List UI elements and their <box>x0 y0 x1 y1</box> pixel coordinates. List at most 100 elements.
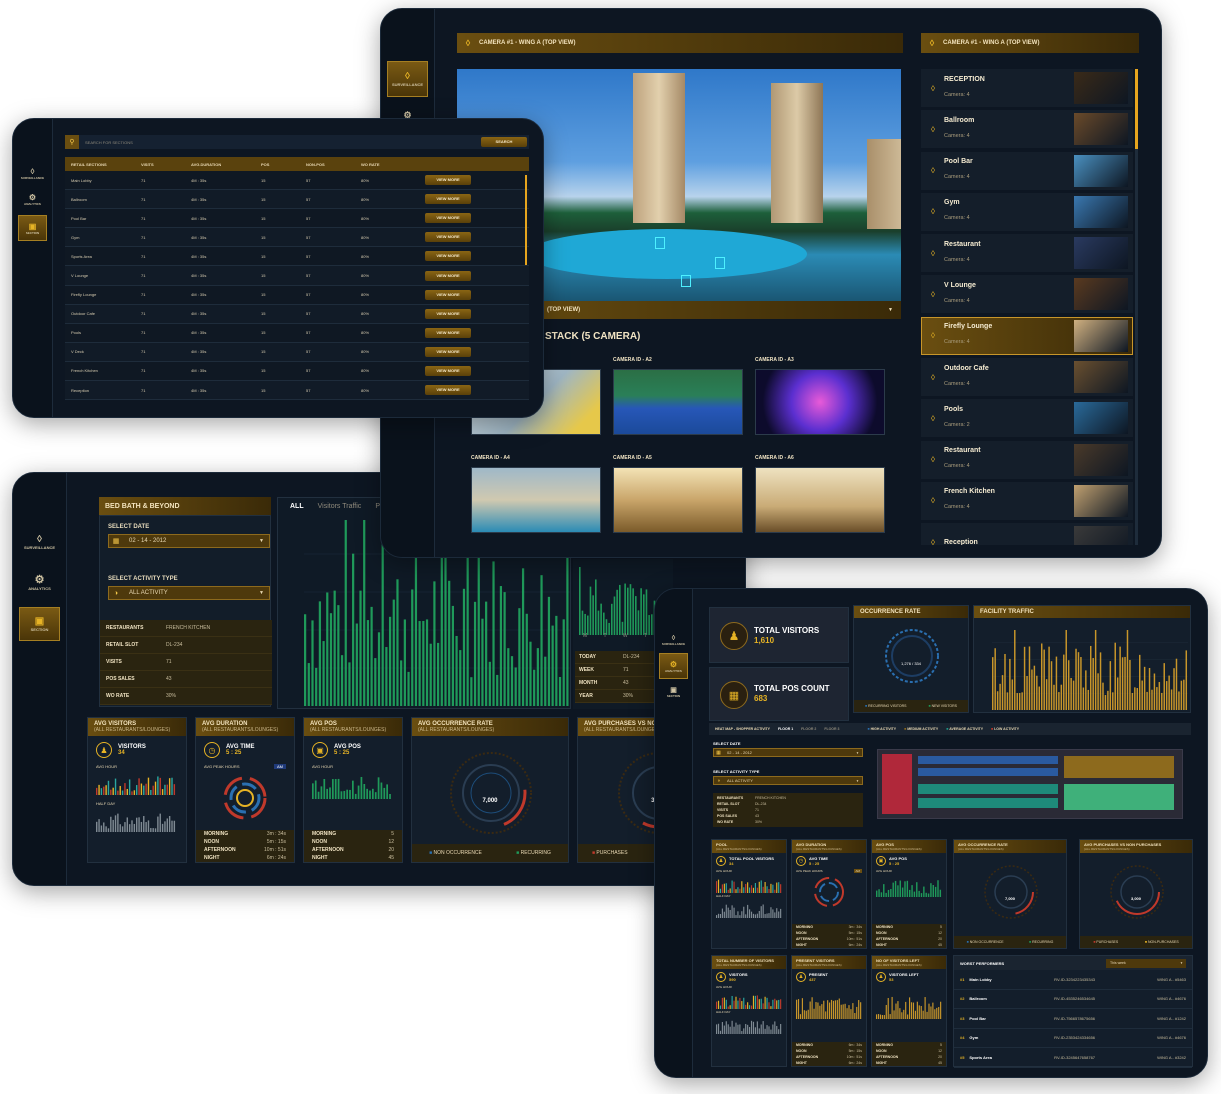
date-select[interactable]: ▦ 02 - 14 - 2012 ▼ <box>713 748 863 757</box>
rail-surveillance[interactable]: ◊ SURVEILLANCE <box>655 629 692 651</box>
present-chart <box>796 997 862 1019</box>
location-item[interactable]: ◊ RECEPTION Camera: 4 <box>921 69 1133 107</box>
bar <box>895 1003 897 1019</box>
bar <box>916 882 918 897</box>
view-more-button[interactable]: VIEW MORE <box>425 270 471 281</box>
rail-analytics[interactable]: ⚙ ANALYTICS <box>13 565 66 599</box>
occurrence-gauge <box>450 752 532 834</box>
column-header: RETAIL SECTIONS <box>71 161 107 167</box>
list-item[interactable]: #4 Gym RV-ID-2353424334656 WING A - #4676 <box>954 1029 1192 1048</box>
activity-select[interactable]: ◑ ALL ACTIVITY ▼ <box>108 586 270 600</box>
nav-rail: ◊ SURVEILLANCE ⚙ ANALYTICS ▣ SECTION <box>655 589 693 1077</box>
rail-analytics[interactable]: ⚙ ANALYTICS <box>13 187 52 211</box>
view-more-button[interactable]: VIEW MORE <box>425 194 471 205</box>
list-item[interactable]: #1 Main Lobby RV-ID-3234223435343 WING A - … <box>954 970 1192 990</box>
tab-floor-2[interactable]: FLOOR 2 <box>801 727 816 731</box>
view-more-button[interactable]: VIEW MORE <box>425 385 471 396</box>
record-id: RV-ID-3234223435343 <box>1054 976 1096 982</box>
date-select[interactable]: ▦ 02 - 14 - 2012 ▼ <box>108 534 270 548</box>
bar <box>357 785 360 799</box>
am-toggle[interactable]: AM <box>853 869 862 873</box>
bar <box>595 579 597 635</box>
pos-hour-chart <box>312 776 391 799</box>
tab-floor-1[interactable]: FLOOR 1 <box>778 727 793 731</box>
rank: #1 <box>960 976 965 982</box>
camera-thumbnail[interactable]: CAMERA ID - A2 <box>613 357 743 447</box>
worst-performers-card: WORST PERFORMERS This week ▼ #1 Main Lobb… <box>953 955 1193 1068</box>
bar <box>1014 630 1016 710</box>
rail-surveillance[interactable]: ◊ SURVEILLANCE <box>13 525 66 559</box>
list-scrollbar[interactable] <box>1135 69 1138 545</box>
rail-surveillance[interactable]: ◊ SURVEILLANCE <box>387 61 428 97</box>
view-more-button[interactable]: VIEW MORE <box>425 213 471 224</box>
tab-all[interactable]: ALL <box>290 503 304 510</box>
location-item[interactable]: ◊ Pool Bar Camera: 4 <box>921 151 1133 190</box>
period-select[interactable]: This week ▼ <box>1106 958 1186 968</box>
camera-thumbnail[interactable]: CAMERA ID - A4 <box>471 455 601 545</box>
search-input[interactable]: SEARCH FOR SECTIONS <box>85 140 481 145</box>
bar <box>121 826 124 832</box>
table-scrollbar[interactable] <box>525 175 527 265</box>
bar <box>315 667 318 706</box>
location-item[interactable]: ◊ Firefly Lounge Camera: 4 <box>921 316 1133 355</box>
view-more-button[interactable]: VIEW MORE <box>425 308 471 319</box>
camera-thumbnail[interactable]: CAMERA ID - A3 <box>755 357 885 447</box>
bar <box>719 888 722 893</box>
rail-section[interactable]: ▣ SECTION <box>655 681 692 703</box>
tab-floor-3[interactable]: FLOOR 3 <box>824 727 839 731</box>
view-more-button[interactable]: VIEW MORE <box>425 232 471 243</box>
location-item[interactable]: ◊ Ballroom Camera: 4 <box>921 110 1133 149</box>
search-button[interactable]: SEARCH <box>481 137 527 147</box>
rail-section[interactable]: ▣ SECTION <box>18 215 47 241</box>
bar <box>651 614 653 635</box>
bar <box>760 906 762 918</box>
view-more-button[interactable]: VIEW MORE <box>425 175 471 186</box>
location-item[interactable]: ◊ Restaurant Camera: 4 <box>921 234 1133 273</box>
tab-visitors-traffic[interactable]: Visitors Traffic <box>318 503 362 510</box>
am-toggle[interactable]: AM <box>274 764 286 769</box>
table-cell: 80% <box>361 292 370 298</box>
bar <box>326 592 329 706</box>
location-item[interactable]: ◊ Gym Camera: 4 <box>921 192 1133 231</box>
camera-thumbnail[interactable]: CAMERA ID - A6 <box>755 455 885 545</box>
bar <box>1126 630 1129 710</box>
bar <box>780 884 782 893</box>
rail-analytics[interactable]: ⚙ ANALYTICS <box>659 653 688 679</box>
location-item[interactable]: ◊ Restaurant Camera: 4 <box>921 440 1133 479</box>
rail-surveillance[interactable]: ◊ SURVEILLANCE <box>13 161 52 185</box>
location-item[interactable]: ◊ Pools Camera: 2 <box>921 399 1133 438</box>
bar <box>897 1001 899 1019</box>
table-cell: 57 <box>306 330 311 336</box>
table-row: Pools 71 4M : 35s 15 57 80% VIEW MORE <box>65 323 529 343</box>
location-item[interactable]: ◊ V Lounge Camera: 4 <box>921 275 1133 314</box>
location-thumb <box>1074 154 1128 187</box>
list-item[interactable]: #3 Pool Bar RV-ID-7566578675656 WING A - #1… <box>954 1009 1192 1029</box>
activity-select[interactable]: ◑ ALL ACTIVITY ▼ <box>713 776 863 785</box>
view-more-button[interactable]: VIEW MORE <box>425 346 471 357</box>
bar <box>916 1001 918 1019</box>
view-more-button[interactable]: VIEW MORE <box>425 327 471 338</box>
scroll-thumb[interactable] <box>1135 69 1138 149</box>
location-item[interactable]: ◊ Reception <box>921 523 1133 545</box>
camera-thumbnail[interactable]: CAMERA ID - A5 <box>613 455 743 545</box>
camera-icon: ◊ <box>671 634 676 642</box>
bar <box>374 658 377 706</box>
bar <box>126 817 128 832</box>
view-more-button[interactable]: VIEW MORE <box>425 289 471 300</box>
view-more-button[interactable]: VIEW MORE <box>425 365 471 376</box>
view-more-button[interactable]: VIEW MORE <box>425 251 471 262</box>
bar <box>640 588 642 635</box>
bar <box>307 663 310 706</box>
bar <box>555 615 558 706</box>
rail-section[interactable]: ▣ SECTION <box>19 607 60 641</box>
location-item[interactable]: ◊ Outdoor Cafe Camera: 4 <box>921 358 1133 397</box>
bar <box>1112 692 1114 710</box>
list-item[interactable]: #2 Ballroom RV-ID-4535246534645 WING A - #4… <box>954 990 1192 1009</box>
bar <box>1077 652 1080 710</box>
list-item[interactable]: #5 Sports Area RV-ID-3245647658767 WING A -… <box>954 1048 1192 1068</box>
bar <box>114 778 117 795</box>
table-cell: 80% <box>361 215 370 221</box>
bar <box>717 913 720 918</box>
location-item[interactable]: ◊ French Kitchen Camera: 4 <box>921 481 1133 520</box>
bar <box>752 887 755 893</box>
